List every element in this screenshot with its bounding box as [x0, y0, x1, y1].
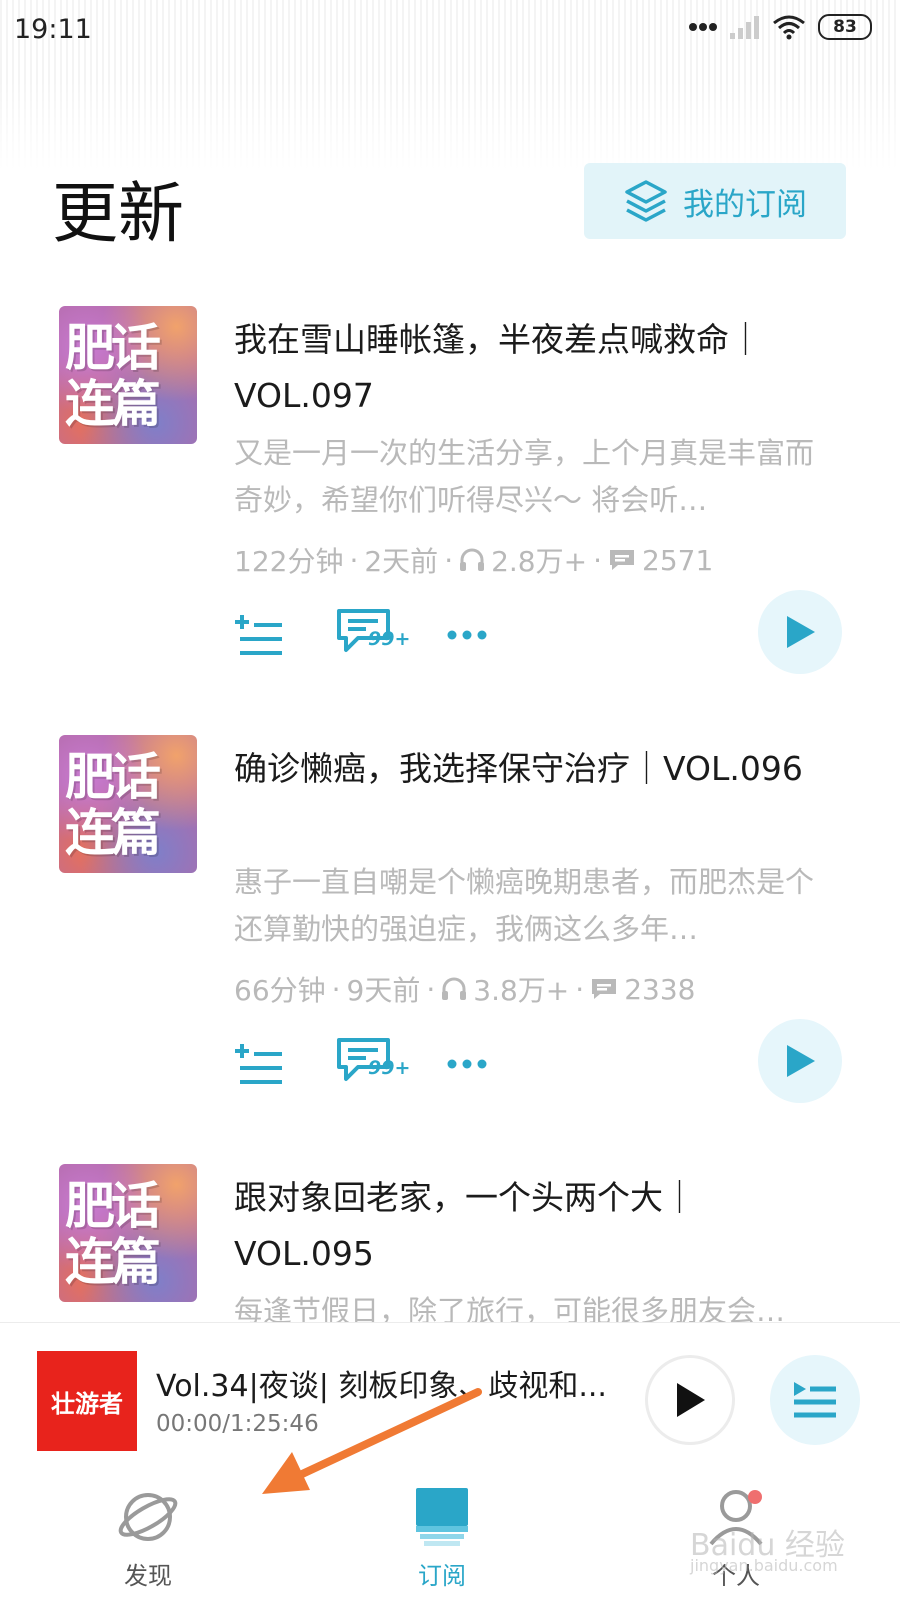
signal-icon — [730, 16, 759, 39]
episode-meta: 66分钟 · 9天前 · 3.8万+ · 2338 — [234, 969, 695, 1009]
episode-cover[interactable]: 肥话连篇 — [59, 306, 197, 444]
play-button[interactable] — [758, 1019, 842, 1103]
my-subscriptions-button[interactable]: 我的订阅 — [584, 163, 846, 239]
more-icon[interactable] — [446, 1058, 488, 1070]
add-to-playlist-icon[interactable] — [234, 613, 284, 657]
episode-title[interactable]: 确诊懒癌，我选择保守治疗｜VOL.096 — [234, 741, 834, 797]
status-bar: 19:11 83 — [0, 0, 900, 170]
cover-title: 肥话连篇 — [65, 1177, 161, 1291]
headphones-icon — [442, 977, 467, 1000]
episode-plays: 3.8万+ — [473, 974, 570, 1007]
play-icon — [677, 1383, 705, 1417]
episode-duration: 66分钟 — [234, 974, 326, 1007]
episode-description: 每逢节假日，除了旅行，可能很多朋友会… — [234, 1294, 786, 1322]
player-play-button[interactable] — [645, 1355, 735, 1445]
episode-comments: 2338 — [624, 972, 696, 1006]
mini-player[interactable]: 壮游者 Vol.34|夜谈| 刻板印象、歧视和... 00:00/1:25:46 — [0, 1322, 900, 1470]
episode-item[interactable]: 肥话连篇 我在雪山睡帐篷，半夜差点喊救命｜VOL.097 又是一月一次的生活分享… — [0, 306, 900, 706]
notification-dot — [748, 1490, 762, 1504]
my-subscriptions-label: 我的订阅 — [683, 186, 807, 223]
play-icon — [787, 616, 815, 648]
comment-count-badge: 99+ — [368, 1057, 411, 1079]
status-bar-fade — [0, 80, 900, 170]
status-time: 19:11 — [14, 14, 92, 45]
play-button[interactable] — [758, 590, 842, 674]
tab-label: 订阅 — [418, 1562, 466, 1590]
episode-description: 又是一月一次的生活分享，上个月真是丰富而奇妙，希望你们听得尽兴～ 将会听… — [234, 436, 815, 517]
status-icons: 83 — [688, 14, 872, 40]
page-title: 更新 — [52, 175, 184, 252]
episode-actions: 99+ — [234, 608, 488, 662]
episode-item[interactable]: 肥话连篇 跟对象回老家，一个头两个大｜VOL.095 每逢节假日，除了旅行，可能… — [0, 1164, 900, 1322]
player-cover[interactable]: 壮游者 — [37, 1351, 137, 1451]
comments-button[interactable]: 99+ — [336, 1037, 410, 1091]
episode-plays: 2.8万+ — [491, 545, 588, 578]
layers-icon — [625, 180, 667, 222]
wifi-icon — [773, 15, 805, 40]
tab-label: 发现 — [124, 1562, 172, 1590]
add-to-playlist-icon[interactable] — [234, 1042, 284, 1086]
comments-button[interactable]: 99+ — [336, 608, 410, 662]
episode-comments: 2571 — [642, 543, 714, 577]
subscriptions-icon — [416, 1488, 468, 1546]
episode-description: 惠子一直自嘲是个懒癌晚期患者，而肥杰是个还算勤快的强迫症，我俩这么多年… — [234, 865, 815, 946]
episode-cover[interactable]: 肥话连篇 — [59, 735, 197, 873]
comment-count-badge: 99+ — [368, 628, 411, 650]
playlist-icon — [794, 1382, 836, 1418]
more-dots-icon — [689, 23, 717, 31]
episode-cover[interactable]: 肥话连篇 — [59, 1164, 197, 1302]
episode-actions: 99+ — [234, 1037, 488, 1091]
more-icon[interactable] — [446, 629, 488, 641]
episode-title[interactable]: 我在雪山睡帐篷，半夜差点喊救命｜VOL.097 — [234, 312, 834, 424]
comment-icon — [592, 979, 617, 999]
headphones-icon — [460, 548, 485, 571]
episode-item[interactable]: 肥话连篇 确诊懒癌，我选择保守治疗｜VOL.096 惠子一直自嘲是个懒癌晚期患者… — [0, 735, 900, 1135]
planet-icon — [118, 1493, 178, 1541]
episode-age: 2天前 — [364, 545, 439, 578]
player-time: 00:00/1:25:46 — [156, 1411, 319, 1437]
episode-duration: 122分钟 — [234, 545, 344, 578]
watermark-url: jingyan.baidu.com — [690, 1556, 838, 1575]
episode-age: 9天前 — [346, 974, 421, 1007]
playlist-button[interactable] — [770, 1355, 860, 1445]
episode-meta: 122分钟 · 2天前 · 2.8万+ · 2571 — [234, 540, 713, 580]
cover-title: 肥话连篇 — [65, 748, 161, 862]
episode-title[interactable]: 跟对象回老家，一个头两个大｜VOL.095 — [234, 1170, 834, 1282]
comment-icon — [610, 550, 634, 570]
tab-discover[interactable]: 发现 — [78, 1486, 218, 1591]
cover-title: 肥话连篇 — [65, 319, 161, 433]
player-title[interactable]: Vol.34|夜谈| 刻板印象、歧视和... — [156, 1361, 607, 1405]
tab-subscriptions[interactable]: 订阅 — [372, 1486, 512, 1591]
play-icon — [787, 1045, 815, 1077]
battery-icon: 83 — [818, 14, 872, 40]
